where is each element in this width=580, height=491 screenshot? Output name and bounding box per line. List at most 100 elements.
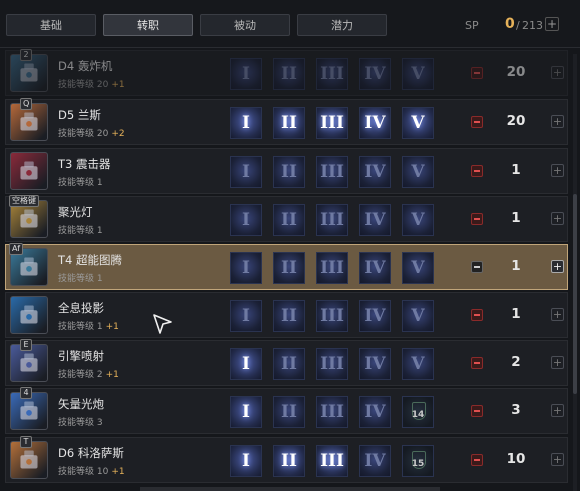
- skill-row[interactable]: 4 矢量光炮 技能等级 3 I II III IV 14 3 +: [5, 387, 568, 434]
- decrease-button[interactable]: [471, 309, 483, 321]
- skill-level: 技能等级 1: [58, 271, 103, 284]
- tier-box[interactable]: V: [402, 252, 434, 284]
- skill-row[interactable]: 全息投影 技能等级 1 +1 I II III IV V 1 +: [5, 292, 568, 338]
- tier-box[interactable]: IV: [359, 58, 391, 90]
- tier-box[interactable]: II: [273, 300, 305, 332]
- tier-box[interactable]: I: [230, 156, 262, 188]
- tier-box[interactable]: IV: [359, 107, 391, 139]
- skill-level: 技能等级 20 +2: [58, 126, 125, 139]
- tier-box[interactable]: II: [273, 348, 305, 380]
- decrease-button[interactable]: [471, 116, 483, 128]
- tier-box[interactable]: I: [230, 300, 262, 332]
- skill-level: 技能等级 1: [58, 175, 103, 188]
- tab-bar: 基础 转职 被动 潜力 SP 0 / 213 +: [0, 0, 580, 48]
- decrease-button[interactable]: [471, 67, 483, 79]
- skill-row[interactable]: 空格键 聚光灯 技能等级 1 I II III IV V 1 +: [5, 195, 568, 242]
- decrease-button[interactable]: [471, 165, 483, 177]
- skill-level-bonus: +1: [111, 467, 125, 477]
- tier-lock-box[interactable]: 14: [402, 396, 434, 428]
- increase-button[interactable]: +: [551, 164, 564, 177]
- tier-box[interactable]: I: [230, 396, 262, 428]
- increase-button[interactable]: +: [551, 404, 564, 417]
- increase-button[interactable]: +: [551, 115, 564, 128]
- tier-box[interactable]: II: [273, 252, 305, 284]
- tier-box[interactable]: II: [273, 396, 305, 428]
- tier-box[interactable]: V: [402, 348, 434, 380]
- tier-box[interactable]: I: [230, 107, 262, 139]
- tier-box[interactable]: IV: [359, 445, 391, 477]
- skill-points-count: 20: [506, 64, 526, 80]
- tier-box[interactable]: IV: [359, 252, 391, 284]
- tier-box[interactable]: V: [402, 107, 434, 139]
- tier-box[interactable]: IV: [359, 156, 391, 188]
- tier-box[interactable]: II: [273, 156, 305, 188]
- skill-row[interactable]: Q D5 兰斯 技能等级 20 +2 I II III IV V 20 +: [5, 98, 568, 145]
- sp-add-button[interactable]: +: [545, 17, 559, 31]
- tier-box[interactable]: IV: [359, 348, 391, 380]
- increase-button[interactable]: +: [551, 453, 564, 466]
- skill-points-count: 1: [511, 306, 521, 322]
- skill-level: 技能等级 10 +1: [58, 464, 125, 477]
- increase-button[interactable]: +: [551, 308, 564, 321]
- tier-box[interactable]: V: [402, 204, 434, 236]
- tier-box[interactable]: III: [316, 156, 348, 188]
- tier-box[interactable]: III: [316, 252, 348, 284]
- hologram-icon: [10, 296, 48, 334]
- tier-box[interactable]: II: [273, 445, 305, 477]
- tier-box[interactable]: V: [402, 58, 434, 90]
- tier-box[interactable]: III: [316, 58, 348, 90]
- decrease-button[interactable]: [471, 405, 483, 417]
- tier-box[interactable]: V: [402, 156, 434, 188]
- skill-level-text: 技能等级 20: [58, 129, 109, 139]
- skill-name: D5 兰斯: [58, 108, 101, 122]
- hotkey-badge: E: [20, 339, 32, 351]
- scrollbar-thumb[interactable]: [573, 194, 577, 394]
- increase-button[interactable]: +: [551, 212, 564, 225]
- increase-button[interactable]: +: [551, 66, 564, 79]
- tier-box[interactable]: III: [316, 107, 348, 139]
- skill-level: 技能等级 1: [58, 223, 103, 236]
- tier-box[interactable]: III: [316, 204, 348, 236]
- hotkey-badge: 2: [20, 49, 32, 61]
- skill-row[interactable]: 2 D4 轰炸机 技能等级 20 +1 I II III IV V 20 +: [5, 49, 568, 96]
- tier-box[interactable]: I: [230, 348, 262, 380]
- tier-box[interactable]: III: [316, 300, 348, 332]
- tab-job-advance[interactable]: 转职: [103, 14, 193, 36]
- tier-box[interactable]: III: [316, 445, 348, 477]
- decrease-button[interactable]: [471, 261, 483, 273]
- tier-box[interactable]: IV: [359, 396, 391, 428]
- decrease-button[interactable]: [471, 454, 483, 466]
- tier-box[interactable]: I: [230, 445, 262, 477]
- tier-box[interactable]: IV: [359, 300, 391, 332]
- tier-box[interactable]: II: [273, 58, 305, 90]
- increase-button[interactable]: +: [551, 260, 564, 273]
- skill-name: 聚光灯: [58, 205, 93, 219]
- scrollbar[interactable]: [573, 54, 577, 491]
- skill-row[interactable]: T D6 科洛萨斯 技能等级 10 +1 I II III IV 15 10 +: [5, 436, 568, 483]
- tab-basic[interactable]: 基础: [6, 14, 96, 36]
- increase-button[interactable]: +: [551, 356, 564, 369]
- tier-lock-box[interactable]: 15: [402, 445, 434, 477]
- tier-box[interactable]: I: [230, 58, 262, 90]
- skill-level-text: 技能等级 1: [58, 274, 103, 284]
- tab-potential[interactable]: 潜力: [297, 14, 387, 36]
- tier-box[interactable]: IV: [359, 204, 391, 236]
- tab-passive[interactable]: 被动: [200, 14, 290, 36]
- skill-row[interactable]: T3 震击器 技能等级 1 I II III IV V 1 +: [5, 148, 568, 194]
- mouse-cursor-icon: [153, 314, 172, 334]
- tier-box[interactable]: III: [316, 348, 348, 380]
- shocker-icon: [10, 152, 48, 190]
- skill-row[interactable]: Af T4 超能图腾 技能等级 1 I II III IV V 1 +: [5, 243, 568, 290]
- tier-box[interactable]: II: [273, 107, 305, 139]
- tier-box[interactable]: I: [230, 204, 262, 236]
- tier-box[interactable]: III: [316, 396, 348, 428]
- skill-points-count: 2: [511, 354, 521, 370]
- skill-level: 技能等级 3: [58, 415, 103, 428]
- skill-points-count: 10: [506, 451, 526, 467]
- tier-box[interactable]: I: [230, 252, 262, 284]
- tier-box[interactable]: II: [273, 204, 305, 236]
- skill-row[interactable]: E 引擎喷射 技能等级 2 +1 I II III IV V 2 +: [5, 339, 568, 386]
- decrease-button[interactable]: [471, 357, 483, 369]
- decrease-button[interactable]: [471, 213, 483, 225]
- tier-box[interactable]: V: [402, 300, 434, 332]
